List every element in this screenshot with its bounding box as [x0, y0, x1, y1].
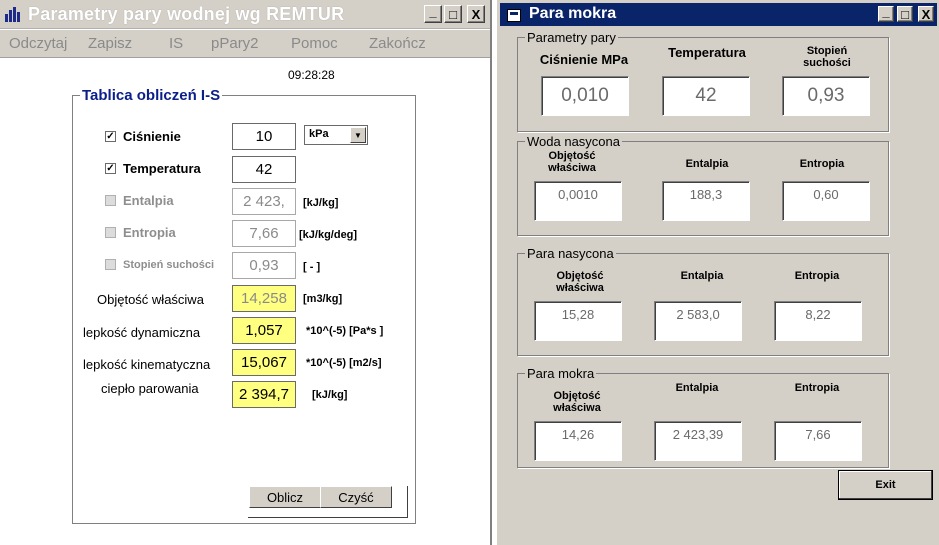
cieplo-unit: [kJ/kg] — [312, 389, 348, 401]
cisnienie-mpa-label: Ciśnienie MPa — [539, 52, 629, 67]
minimize-button-r[interactable]: _ — [878, 3, 894, 22]
stopien-checkbox[interactable] — [105, 259, 116, 270]
woda-entalpia-label: Entalpia — [685, 158, 729, 170]
title-bar[interactable]: Parametry pary wodnej wg REMTUR _ □ X — [0, 0, 490, 29]
entropia-input[interactable]: 7,66 — [232, 220, 296, 247]
maximize-icon: □ — [449, 6, 457, 22]
menu-odczytaj[interactable]: Odczytaj — [9, 35, 67, 52]
mokra-objetosc-label: Objętość właściwa — [553, 390, 601, 414]
temperatura-label: Temperatura — [123, 161, 201, 176]
minimize-icon: _ — [429, 3, 437, 19]
close-icon: X — [921, 6, 931, 22]
window-title: Parametry pary wodnej wg REMTUR — [28, 4, 345, 24]
close-icon: X — [471, 6, 481, 22]
close-button[interactable]: X — [467, 5, 485, 23]
mokra-entropia-value: 7,66 — [774, 421, 862, 461]
lepkosc-kin-output: 15,067 — [232, 349, 296, 376]
minimize-icon: _ — [882, 3, 890, 19]
nasycona-objetosc-value: 15,28 — [534, 301, 622, 341]
objetosc-unit: [m3/kg] — [303, 293, 343, 305]
nasycona-entalpia-label: Entalpia — [680, 270, 724, 282]
cisnienie-checkbox[interactable]: ✓ — [105, 131, 116, 142]
lepkosc-kin-label: lepkość kinematyczna — [83, 357, 211, 372]
temperatura-input[interactable]: 42 — [232, 156, 296, 183]
menu-zapisz[interactable]: Zapisz — [88, 35, 132, 52]
maximize-icon: □ — [901, 6, 909, 22]
czysc-button[interactable]: Czyść — [320, 486, 392, 508]
cieplo-label: ciepło parowania — [101, 381, 199, 396]
menu-ppary2[interactable]: pPary2 — [211, 35, 259, 52]
menu-pomoc[interactable]: Pomoc — [291, 35, 338, 52]
menu-bar: Odczytaj Zapisz IS pPary2 Pomoc Zakończ — [0, 30, 490, 58]
para-mokra-title: Para mokra — [525, 366, 597, 381]
parametry-title: Parametry pary — [525, 30, 618, 45]
maximize-button[interactable]: □ — [444, 5, 462, 23]
menu-zakoncz[interactable]: Zakończ — [369, 35, 426, 52]
minimize-button[interactable]: _ — [424, 5, 442, 23]
cieplo-output: 2 394,7 — [232, 381, 296, 408]
stopien-label-r: Stopień suchości — [803, 45, 851, 69]
entropia-checkbox[interactable] — [105, 227, 116, 238]
maximize-button-r[interactable]: □ — [897, 6, 913, 22]
oblicz-button[interactable]: Oblicz — [249, 486, 321, 508]
nasycona-objetosc-label: Objętość właściwa — [556, 270, 604, 294]
objetosc-label: Objętość właściwa — [97, 292, 204, 307]
pressure-unit-select[interactable]: kPa ▼ — [304, 125, 368, 145]
mokra-entalpia-label: Entalpia — [675, 382, 719, 394]
lepkosc-dyn-output: 1,057 — [232, 317, 296, 344]
stopien-value-r: 0,93 — [782, 76, 870, 116]
group-title: Tablica obliczeń I-S — [80, 87, 223, 104]
entropia-label: Entropia — [123, 225, 176, 240]
cisnienie-mpa-value: 0,010 — [541, 76, 629, 116]
lepkosc-kin-unit: *10^(-5) [m2/s] — [306, 357, 382, 369]
cisnienie-label: Ciśnienie — [123, 129, 181, 144]
exit-button[interactable]: Exit — [838, 470, 933, 500]
nasycona-entalpia-value: 2 583,0 — [654, 301, 742, 341]
woda-entropia-label: Entropia — [799, 158, 845, 170]
woda-objetosc-label: Objętość właściwa — [548, 150, 596, 174]
close-button-r[interactable]: X — [918, 6, 934, 22]
chevron-down-icon[interactable]: ▼ — [350, 127, 366, 143]
para-mokra-window: _ □ X Para mokra Parametry pary Ciśnieni… — [496, 0, 939, 545]
woda-entropia-value: 0,60 — [782, 181, 870, 221]
temperatura-checkbox[interactable]: ✓ — [105, 163, 116, 174]
mokra-entalpia-value: 2 423,39 — [654, 421, 742, 461]
entalpia-input[interactable]: 2 423, — [232, 188, 296, 215]
mokra-entropia-label: Entropia — [794, 382, 840, 394]
entropia-unit: [kJ/kg/deg] — [299, 229, 358, 241]
woda-objetosc-value: 0,0010 — [534, 181, 622, 221]
lepkosc-dyn-unit: *10^(-5) [Pa*s ] — [306, 325, 384, 337]
clock: 09:28:28 — [288, 68, 335, 82]
nasycona-entropia-label: Entropia — [794, 270, 840, 282]
para-nasycona-title: Para nasycona — [525, 246, 616, 261]
mokra-objetosc-value: 14,26 — [534, 421, 622, 461]
objetosc-output: 14,258 — [232, 285, 296, 312]
pressure-unit-value: kPa — [309, 128, 329, 140]
nasycona-entropia-value: 8,22 — [774, 301, 862, 341]
window-app-icon — [507, 9, 521, 22]
entalpia-unit: [kJ/kg] — [303, 197, 339, 209]
remtur-window: Parametry pary wodnej wg REMTUR _ □ X Od… — [0, 0, 492, 545]
stopien-input[interactable]: 0,93 — [232, 252, 296, 279]
woda-title: Woda nasycona — [525, 134, 622, 149]
woda-entalpia-value: 188,3 — [662, 181, 750, 221]
entalpia-checkbox[interactable] — [105, 195, 116, 206]
entalpia-label: Entalpia — [123, 193, 174, 208]
temperatura-value-r: 42 — [662, 76, 750, 116]
menu-is[interactable]: IS — [169, 35, 183, 52]
stopien-unit: [ - ] — [303, 261, 321, 273]
cisnienie-input[interactable]: 10 — [232, 123, 296, 150]
temperatura-label-r: Temperatura — [668, 45, 746, 60]
lepkosc-dyn-label: lepkość dynamiczna — [83, 325, 201, 340]
stopien-label: Stopień suchości — [123, 259, 215, 271]
app-bars-icon — [5, 7, 23, 22]
window-title-r: Para mokra — [529, 5, 617, 22]
